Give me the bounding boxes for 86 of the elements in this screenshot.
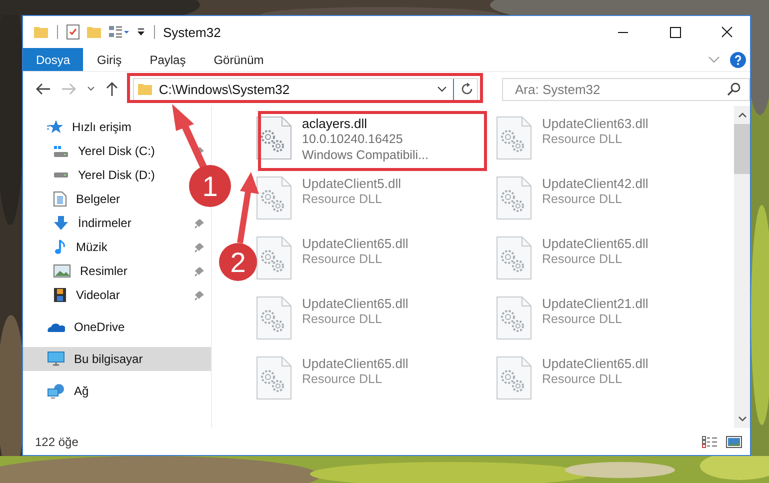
back-icon[interactable] — [35, 82, 51, 96]
search-icon[interactable] — [727, 82, 741, 96]
file-detail: Resource DLL — [302, 311, 383, 327]
item-count: 122 öğe — [35, 434, 78, 448]
view-icon[interactable] — [108, 25, 130, 39]
search-field[interactable]: Ara: System32 — [502, 78, 750, 100]
file-detail: Resource DLL — [542, 311, 623, 327]
file-detail: Resource DLL — [542, 251, 623, 267]
pictures-icon — [53, 264, 71, 278]
sidebar-item[interactable]: Müzik — [53, 235, 205, 259]
file-name[interactable]: UpdateClient21.dll — [542, 296, 648, 311]
dll-file-icon[interactable] — [496, 356, 532, 400]
dll-file-icon[interactable] — [496, 236, 532, 280]
pin-icon[interactable] — [194, 242, 205, 252]
file-name[interactable]: UpdateClient63.dll — [542, 116, 648, 131]
sidebar-item[interactable]: Hızlı erişim — [47, 115, 132, 139]
scroll-down-icon[interactable] — [738, 416, 746, 422]
dll-file-icon[interactable] — [256, 356, 292, 400]
sidebar-item[interactable]: Resimler — [53, 259, 205, 283]
file-name[interactable]: UpdateClient65.dll — [542, 236, 648, 251]
help-icon[interactable] — [730, 52, 746, 68]
sidebar-item[interactable]: Belgeler — [53, 187, 120, 211]
film-icon — [53, 287, 67, 303]
file-name[interactable]: UpdateClient5.dll — [302, 176, 402, 191]
folder-icon — [136, 82, 153, 96]
star-icon — [47, 119, 63, 135]
folder-icon[interactable] — [33, 25, 49, 39]
sidebar-item[interactable]: Bu bilgisayar — [23, 347, 211, 371]
dll-file-icon[interactable] — [256, 176, 292, 220]
dll-file-icon[interactable] — [256, 296, 292, 340]
file-name[interactable]: UpdateClient65.dll — [302, 296, 408, 311]
file-detail: 10.0.10240.16425 — [302, 131, 404, 147]
scroll-up-icon[interactable] — [738, 112, 746, 118]
dll-file-icon[interactable] — [496, 296, 532, 340]
callout-number: 2 — [219, 243, 257, 281]
dropdown-caret-icon[interactable] — [437, 86, 447, 92]
file-detail: Resource DLL — [302, 191, 383, 207]
properties-icon[interactable] — [66, 24, 80, 40]
sidebar-item[interactable]: Videolar — [53, 283, 205, 307]
callout-arrow — [172, 104, 208, 170]
sidebar-item[interactable]: OneDrive — [47, 315, 125, 339]
customize-caret-icon[interactable] — [136, 27, 146, 37]
drive-icon — [53, 172, 69, 178]
scroll-thumb[interactable] — [734, 124, 750, 174]
dll-file-icon[interactable] — [496, 176, 532, 220]
forward-icon[interactable] — [60, 82, 77, 96]
callout-number: 1 — [189, 165, 231, 207]
download-arrow-icon — [53, 215, 69, 231]
tiles-view-icon[interactable] — [726, 436, 742, 448]
folder-icon[interactable] — [86, 25, 102, 39]
ribbon-tab[interactable]: Dosya — [23, 48, 84, 71]
recent-caret-icon[interactable] — [86, 86, 95, 92]
expand-ribbon-icon[interactable] — [708, 56, 720, 64]
pin-icon[interactable] — [194, 218, 205, 228]
address-field[interactable]: C:\Windows\System32 — [132, 78, 478, 100]
file-detail: Resource DLL — [542, 191, 623, 207]
sidebar-item[interactable]: Yerel Disk (D:) — [53, 163, 155, 187]
dll-file-icon[interactable] — [256, 236, 292, 280]
music-note-icon — [53, 239, 67, 255]
details-view-icon[interactable] — [702, 436, 718, 448]
file-name[interactable]: UpdateClient65.dll — [302, 356, 408, 371]
dll-file-icon[interactable] — [256, 116, 292, 160]
file-detail: Resource DLL — [302, 371, 383, 387]
file-detail: Resource DLL — [542, 131, 623, 147]
file-name[interactable]: aclayers.dll — [302, 116, 428, 131]
file-name[interactable]: UpdateClient65.dll — [542, 356, 648, 371]
file-name[interactable]: UpdateClient65.dll — [302, 236, 408, 251]
file-detail: Windows Compatibili... — [302, 147, 428, 163]
sidebar-item[interactable]: İndirmeler — [53, 211, 205, 235]
file-detail: Resource DLL — [302, 251, 383, 267]
document-icon — [53, 191, 67, 207]
dll-file-icon[interactable] — [496, 116, 532, 160]
pin-icon[interactable] — [194, 266, 205, 276]
pin-icon[interactable] — [194, 290, 205, 300]
computer-icon — [47, 351, 65, 367]
up-icon[interactable] — [104, 81, 119, 97]
cloud-icon — [47, 321, 65, 333]
network-icon — [47, 383, 65, 399]
refresh-icon[interactable] — [460, 82, 474, 96]
window-title: System32 — [163, 24, 221, 40]
file-name[interactable]: UpdateClient42.dll — [542, 176, 648, 191]
file-detail: Resource DLL — [542, 371, 623, 387]
scrollbar[interactable] — [734, 106, 750, 428]
callout-arrow — [237, 172, 259, 244]
sidebar-item[interactable]: Ağ — [47, 379, 89, 403]
drive-icon — [53, 144, 69, 158]
